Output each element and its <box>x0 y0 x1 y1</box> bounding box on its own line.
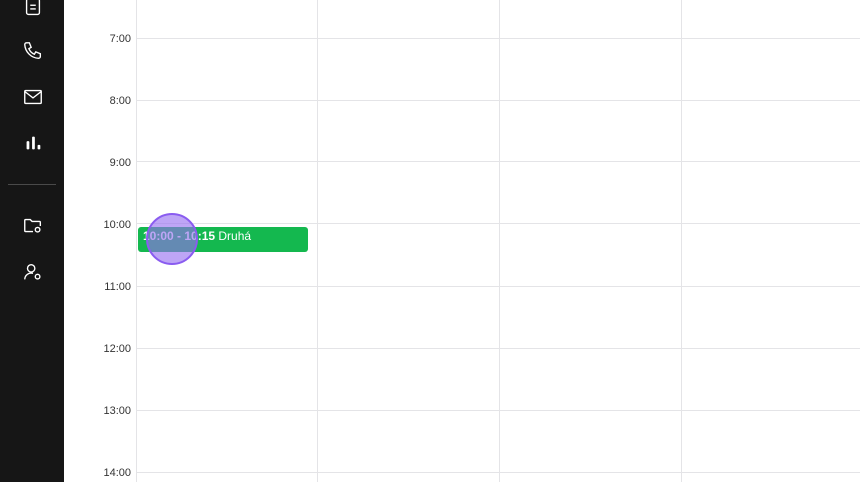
hour-line <box>136 161 860 162</box>
hour-line <box>136 472 860 473</box>
sidebar-divider <box>8 184 56 185</box>
time-label: 14:00 <box>103 467 131 479</box>
time-label: 12:00 <box>103 343 131 355</box>
document-icon[interactable] <box>21 0 45 20</box>
hour-line <box>136 100 860 101</box>
event-time: 10:00 - 10:15 <box>143 229 216 243</box>
time-label: 7:00 <box>109 33 131 45</box>
time-label: 11:00 <box>104 281 131 293</box>
sidebar <box>0 0 64 482</box>
time-label: 10:00 <box>103 219 131 231</box>
hour-line <box>136 348 860 349</box>
calendar-event[interactable]: 10:00 - 10:15 Druhá <box>138 227 308 252</box>
mail-icon[interactable] <box>21 85 45 109</box>
folder-settings-icon[interactable] <box>21 214 45 238</box>
hour-line <box>136 286 860 287</box>
user-settings-icon[interactable] <box>21 260 45 284</box>
hour-line <box>136 410 860 411</box>
time-label: 13:00 <box>103 405 131 417</box>
hour-line <box>136 38 860 39</box>
event-title: Druhá <box>218 229 252 243</box>
time-label: 8:00 <box>109 95 131 107</box>
bar-chart-icon[interactable] <box>21 131 45 155</box>
time-label: 9:00 <box>109 157 131 169</box>
phone-icon[interactable] <box>21 39 45 63</box>
hour-line <box>136 223 860 224</box>
